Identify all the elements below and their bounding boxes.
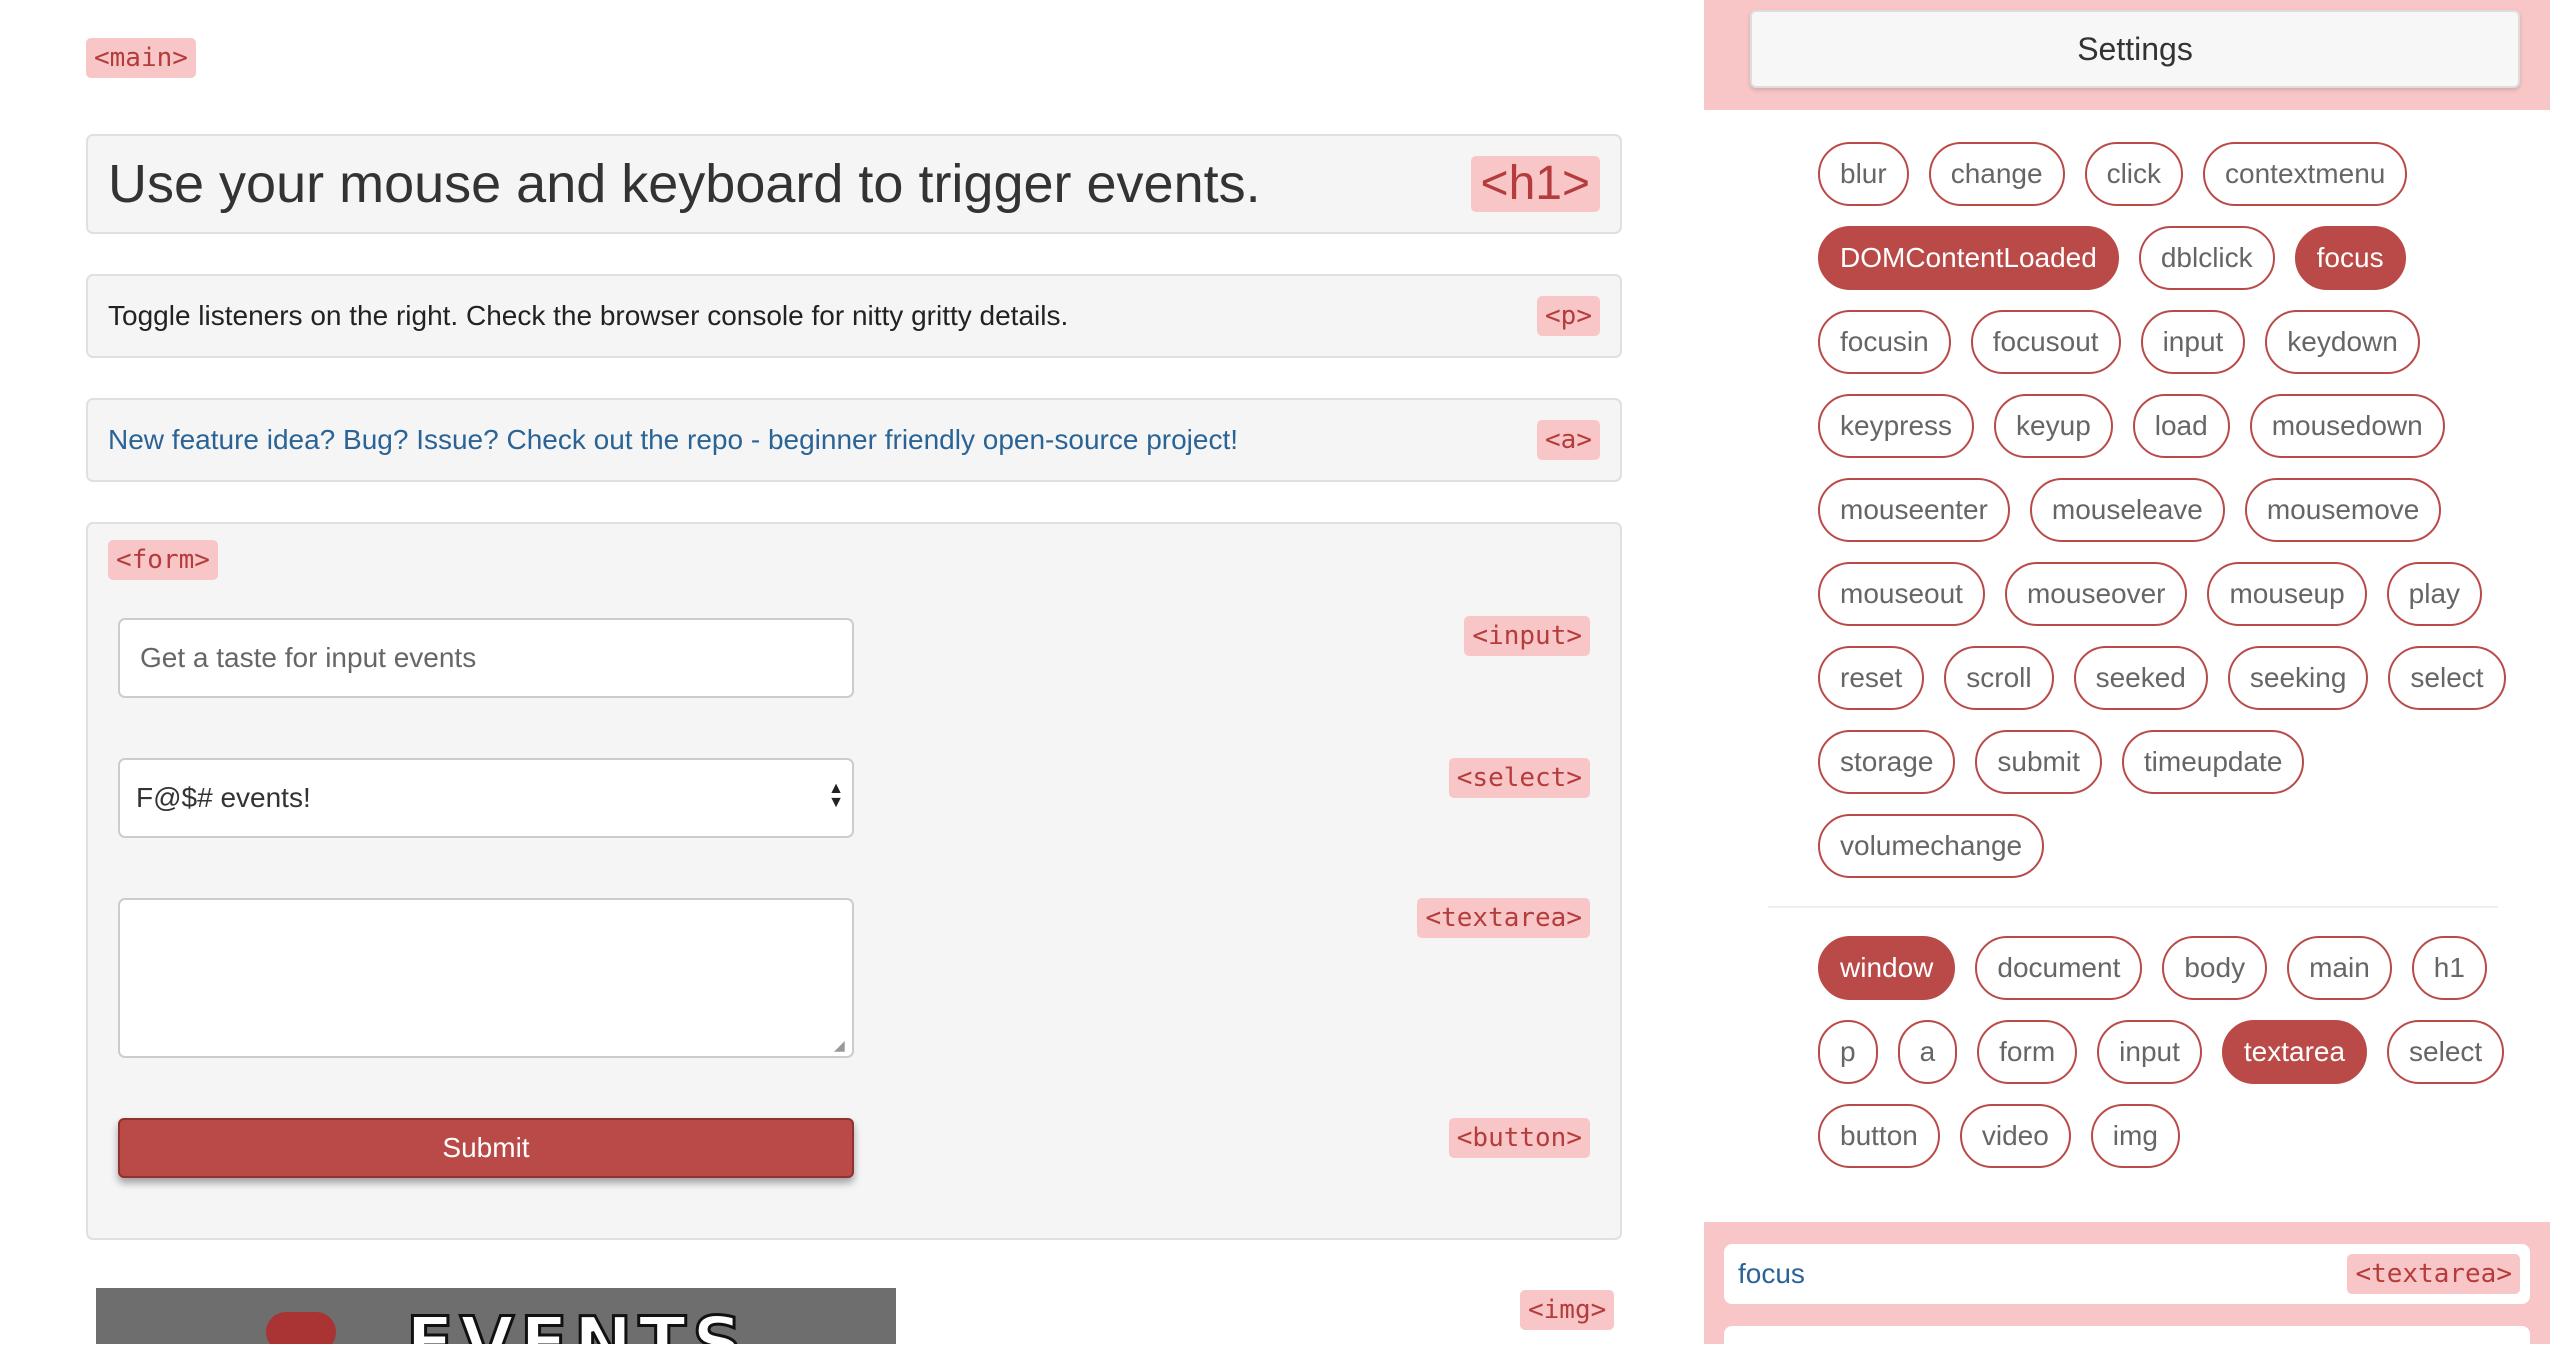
resize-grip-icon[interactable]: ◢ (834, 1038, 848, 1052)
target-toggle-input[interactable]: input (2097, 1020, 2202, 1084)
event-toggle-click[interactable]: click (2084, 142, 2184, 206)
event-toggle-mouseenter[interactable]: mouseenter (1818, 478, 2010, 542)
event-toggle-change[interactable]: change (1928, 142, 2065, 206)
a-tag-label: <a> (1537, 420, 1600, 460)
target-toggle-img[interactable]: img (2090, 1104, 2180, 1168)
event-toggle-timeupdate[interactable]: timeupdate (2121, 730, 2305, 794)
event-toggle-scroll[interactable]: scroll (1944, 646, 2054, 710)
message-textarea[interactable] (118, 898, 854, 1058)
events-meme-image: EVENTS (96, 1288, 896, 1344)
textarea-tag-label: <textarea> (1417, 898, 1590, 938)
event-toggle-contextmenu[interactable]: contextmenu (2203, 142, 2408, 206)
link-section: New feature idea? Bug? Issue? Check out … (86, 398, 1622, 482)
event-toggle-keyup[interactable]: keyup (1994, 394, 2113, 458)
target-toggle-select[interactable]: select (2387, 1020, 2505, 1084)
log-target-tag: <textarea> (2347, 1254, 2520, 1294)
event-toggle-mouseout[interactable]: mouseout (1818, 562, 1985, 626)
target-toggle-body[interactable]: body (2162, 936, 2268, 1000)
heading-section: Use your mouse and keyboard to trigger e… (86, 134, 1622, 234)
target-toggle-button[interactable]: button (1818, 1104, 1940, 1168)
image-shape (266, 1312, 336, 1344)
event-toggle-play[interactable]: play (2386, 562, 2483, 626)
event-toggle-load[interactable]: load (2132, 394, 2230, 458)
submit-button[interactable]: Submit (118, 1118, 854, 1178)
event-toggle-mouseup[interactable]: mouseup (2207, 562, 2367, 626)
select-value: F@$# events! (136, 782, 311, 813)
h1-tag-label: <h1> (1470, 156, 1600, 212)
event-toggle-mousedown[interactable]: mousedown (2249, 394, 2445, 458)
intro-paragraph: Toggle listeners on the right. Check the… (108, 300, 1069, 331)
event-toggle-dblclick[interactable]: dblclick (2138, 226, 2275, 290)
listener-panel: blur change click contextmenu DOMContentLoad… (1704, 110, 2550, 1222)
event-toggle-mouseover[interactable]: mouseover (2004, 562, 2188, 626)
demo-form: <form> <input> F@$# events! ▲▼ <select> … (86, 522, 1622, 1240)
target-toggle-main[interactable]: main (2287, 936, 2392, 1000)
button-tag-label: <button> (1448, 1118, 1590, 1158)
settings-button[interactable]: Settings (1750, 10, 2520, 88)
events-select[interactable]: F@$# events! ▲ ▼ (118, 758, 854, 838)
img-tag-label: <img> (1520, 1290, 1615, 1330)
page-heading: Use your mouse and keyboard to trigger e… (108, 154, 1261, 214)
target-toggle-textarea[interactable]: textarea (2221, 1020, 2368, 1084)
event-toggle-input[interactable]: input (2140, 310, 2246, 374)
text-input[interactable] (118, 618, 854, 698)
event-toggle-seeked[interactable]: seeked (2073, 646, 2208, 710)
main-tag-label: <main> (86, 38, 196, 78)
settings-sidebar: Settings blur change click contextmenu DOMCo… (1704, 0, 2550, 1366)
event-toggle-mouseleave[interactable]: mouseleave (2029, 478, 2225, 542)
event-log-entry (1724, 1326, 2530, 1366)
event-toggle-keypress[interactable]: keypress (1818, 394, 1975, 458)
event-toggle-mousemove[interactable]: mousemove (2244, 478, 2442, 542)
image-caption-text: EVENTS (405, 1302, 749, 1345)
paragraph-section: Toggle listeners on the right. Check the… (86, 274, 1622, 358)
event-toggle-storage[interactable]: storage (1818, 730, 1956, 794)
log-event-name: focus (1738, 1258, 1805, 1289)
event-toggle-focus[interactable]: focus (2294, 226, 2406, 290)
event-toggle-focusout[interactable]: focusout (1970, 310, 2121, 374)
target-toggle-form[interactable]: form (1977, 1020, 2078, 1084)
select-arrows-icon: ▲ ▼ (828, 780, 844, 811)
event-toggle-list: blur change click contextmenu DOMContentLoad… (1818, 142, 2518, 878)
event-toggle-select[interactable]: select (2388, 646, 2506, 710)
event-toggle-focusin[interactable]: focusin (1818, 310, 1951, 374)
target-toggle-window[interactable]: window (1818, 936, 1956, 1000)
target-toggle-video[interactable]: video (1959, 1104, 2071, 1168)
event-toggle-reset[interactable]: reset (1818, 646, 1925, 710)
event-toggle-seeking[interactable]: seeking (2227, 646, 2369, 710)
event-toggle-submit[interactable]: submit (1975, 730, 2102, 794)
p-tag-label: <p> (1537, 296, 1600, 336)
repo-link[interactable]: New feature idea? Bug? Issue? Check out … (108, 422, 1238, 458)
event-log-entry: focus <textarea> (1724, 1244, 2530, 1304)
target-toggle-list: window document body main h1 p a form input texta… (1818, 936, 2518, 1168)
divider (1768, 906, 2498, 908)
target-toggle-p[interactable]: p (1818, 1020, 1878, 1084)
event-toggle-blur[interactable]: blur (1818, 142, 1909, 206)
target-toggle-h1[interactable]: h1 (2411, 936, 2487, 1000)
input-tag-label: <input> (1464, 616, 1590, 656)
event-toggle-volumechange[interactable]: volumechange (1818, 814, 2045, 878)
event-toggle-keydown[interactable]: keydown (2265, 310, 2420, 374)
select-tag-label: <select> (1448, 758, 1590, 798)
event-toggle-domcontentloaded[interactable]: DOMContentLoaded (1818, 226, 2119, 290)
target-toggle-document[interactable]: document (1975, 936, 2143, 1000)
form-tag-label: <form> (108, 540, 218, 580)
target-toggle-a[interactable]: a (1897, 1020, 1958, 1084)
